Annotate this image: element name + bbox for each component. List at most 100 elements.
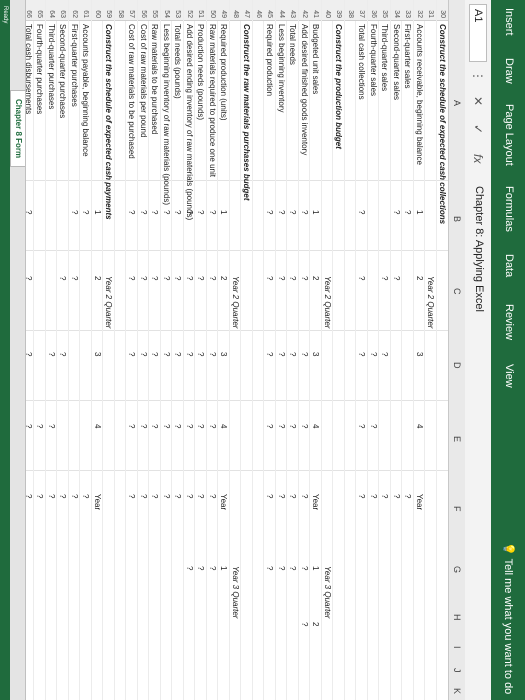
cell-value[interactable]: 1	[92, 210, 103, 214]
tell-me-box[interactable]: 💡 Tell me what you want to do	[502, 542, 515, 694]
cell-value[interactable]: ?	[161, 352, 172, 356]
tab-insert[interactable]: Insert	[503, 8, 515, 36]
sheet-row[interactable]: 62 First-quarter purchases???	[68, 0, 80, 700]
cell-value[interactable]: ?	[127, 276, 138, 280]
sheet-row[interactable]: 57 Cost of raw materials to be purchased?…	[125, 0, 138, 700]
cell-value[interactable]: ?	[299, 566, 310, 570]
sheet-row[interactable]: 34 Second-quarter sales???	[390, 0, 402, 700]
cell-value[interactable]: ?	[173, 276, 184, 280]
column-header[interactable]: C	[452, 288, 462, 295]
column-header[interactable]: K	[452, 688, 462, 694]
row-label[interactable]: Construct the raw materials purchases bu…	[242, 24, 253, 201]
sheet-row[interactable]: 58	[114, 0, 126, 700]
sheet-row[interactable]: 38	[344, 0, 356, 700]
row-label[interactable]: Budgeted unit sales	[311, 24, 322, 94]
column-header[interactable]: F	[452, 506, 462, 512]
row-label[interactable]: Raw materials to be purchased	[150, 24, 161, 134]
sheet-row[interactable]: 47 Construct the raw materials purchases …	[240, 0, 253, 700]
cell-value[interactable]: 1	[311, 210, 322, 214]
cell-value[interactable]: ?	[265, 352, 276, 356]
cell-value[interactable]: ?	[288, 566, 299, 570]
tab-data[interactable]: Data	[503, 254, 515, 277]
cell-value[interactable]: ?	[299, 276, 310, 280]
sheet-row[interactable]: 48 Year 2 Quarter Year 3 Quarter	[229, 0, 241, 700]
row-number[interactable]: 37	[356, 0, 368, 21]
cell-value[interactable]: ?	[288, 210, 299, 214]
column-header[interactable]: E	[452, 436, 462, 442]
column-header[interactable]: D	[452, 362, 462, 369]
row-number[interactable]: 54	[161, 0, 172, 21]
cell-value[interactable]: ?	[196, 210, 207, 214]
row-label[interactable]: Construct the schedule of expected cash …	[104, 24, 115, 220]
row-number[interactable]: 33	[402, 0, 414, 21]
cell-value[interactable]: ?	[35, 424, 46, 428]
sheet-row[interactable]: 35 Third-quarter sales???	[378, 0, 391, 700]
cell-value[interactable]: ?	[196, 352, 207, 356]
cell-value[interactable]: ?	[46, 494, 57, 498]
row-number[interactable]: 53	[172, 0, 184, 21]
cell-value[interactable]: ?	[288, 276, 299, 280]
row-number[interactable]: 45	[264, 0, 276, 21]
cell-value[interactable]: ?	[357, 276, 368, 280]
formula-input[interactable]: Chapter 8: Applying Excel	[473, 186, 485, 312]
row-number[interactable]: 40	[322, 0, 333, 21]
cell-value[interactable]: 4	[414, 424, 425, 428]
row-label[interactable]: Accounts receivable, beginning balance	[414, 24, 425, 165]
cell-value[interactable]: ?	[207, 276, 218, 280]
cell-value[interactable]: ?	[265, 566, 276, 570]
cell-value[interactable]: 1	[414, 210, 425, 214]
sheet-row[interactable]: 50 Raw materials required to produce one …	[206, 0, 218, 700]
row-number[interactable]: 64	[46, 0, 57, 21]
cell-value[interactable]: ?	[288, 494, 299, 498]
column-header[interactable]: J	[452, 668, 462, 673]
row-label[interactable]: Less beginning inventory	[276, 24, 287, 113]
row-number[interactable]: 32	[414, 0, 425, 21]
cell-value[interactable]: ?	[265, 276, 276, 280]
row-label[interactable]: Total needs (pounds)	[173, 24, 184, 99]
cell-value[interactable]: ?	[357, 494, 368, 498]
sheet-row[interactable]: 32 Accounts receivable, beginning balance…	[413, 0, 425, 700]
cell-value[interactable]: ?	[196, 276, 207, 280]
row-number[interactable]: 57	[126, 0, 138, 21]
cell-value[interactable]: ?	[391, 494, 402, 498]
cell-value[interactable]: ?	[299, 622, 310, 626]
cell-value[interactable]: ?	[173, 352, 184, 356]
cell-value[interactable]: ?	[368, 424, 379, 428]
cell-value[interactable]: ?	[276, 494, 287, 498]
sheet-row[interactable]: 60 1 2 3 4 Year	[91, 0, 103, 700]
row-number[interactable]: 46	[253, 0, 264, 21]
row-number[interactable]: 60	[92, 0, 103, 21]
cell-value[interactable]: ?	[161, 424, 172, 428]
row-number[interactable]: 42	[299, 0, 310, 21]
cell-value[interactable]: Year	[92, 494, 103, 510]
row-number[interactable]: 59	[103, 0, 115, 21]
cell-value[interactable]: ?	[299, 494, 310, 498]
cell-value[interactable]: ?	[207, 352, 218, 356]
cell-value[interactable]: ?	[150, 352, 161, 356]
cell-value[interactable]: Year 2 Quarter	[104, 276, 115, 328]
cell-value[interactable]: ?	[81, 494, 92, 498]
cell-value[interactable]: ?	[138, 424, 149, 428]
cell-value[interactable]: ?	[391, 276, 402, 280]
row-label[interactable]: Third-quarter purchases	[46, 24, 57, 109]
cell-value[interactable]: ?	[58, 352, 69, 356]
row-number[interactable]: 39	[333, 0, 345, 21]
row-label[interactable]: Construct the production budget	[334, 24, 345, 149]
cell-value[interactable]: ?	[35, 494, 46, 498]
cell-value[interactable]: ?	[207, 494, 218, 498]
sheet-row[interactable]: 61 Accounts payable, beginning balance??	[79, 0, 92, 700]
cell-value[interactable]: ?	[150, 494, 161, 498]
row-number[interactable]: 49	[218, 0, 230, 21]
row-label[interactable]: Second-quarter sales	[391, 24, 402, 100]
cell-value[interactable]: ?	[403, 210, 414, 214]
row-label[interactable]: Add desired finished goods inventory	[299, 24, 310, 155]
worksheet-grid[interactable]: 30 Construct the schedule of expected cas…	[22, 0, 448, 700]
tab-view[interactable]: View	[503, 364, 515, 388]
sheet-row[interactable]: 31 Year 2 Quarter	[424, 0, 437, 700]
cell-value[interactable]: 2	[311, 622, 322, 626]
row-label[interactable]: Required production	[265, 24, 276, 96]
cell-value[interactable]: ?	[184, 424, 195, 428]
row-number[interactable]: 34	[391, 0, 402, 21]
row-number[interactable]: 30	[437, 0, 448, 21]
row-number[interactable]: 51	[195, 0, 207, 21]
